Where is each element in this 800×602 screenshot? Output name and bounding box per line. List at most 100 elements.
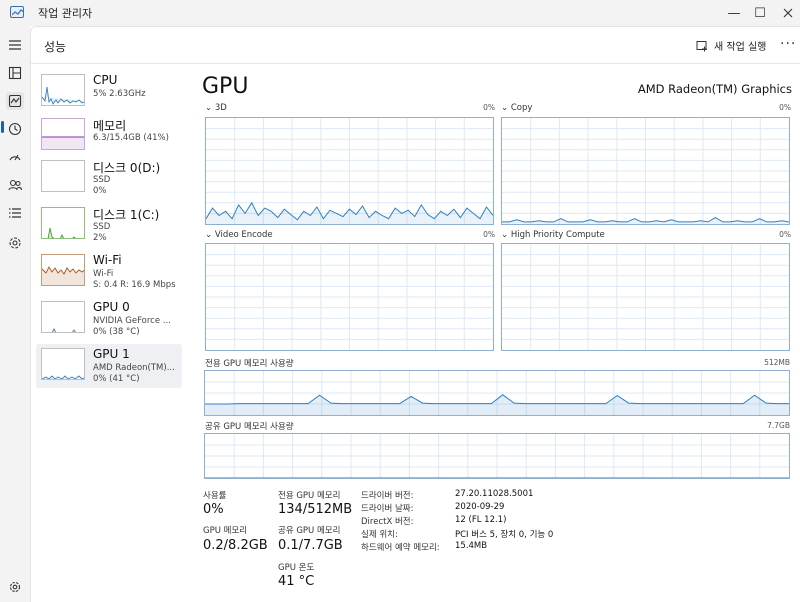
page-title: 성능	[44, 40, 67, 54]
engine-3d-dropdown[interactable]: ⌄ 3D	[205, 103, 227, 113]
device-subtitle: 5% 2.63GHz	[93, 89, 146, 99]
shared-gpu-memory-label: 공유 GPU 메모리	[278, 526, 341, 536]
gpu-model-name: AMD Radeon(TM) Graphics	[637, 82, 792, 96]
device-name: 메모리	[93, 119, 127, 133]
engine-high-priority-compute-value: 0%	[779, 230, 791, 239]
device-subtitle: SSD	[93, 222, 111, 232]
gpu-temperature-label: GPU 온도	[278, 563, 315, 573]
dedicated-gpu-memory-label: 전용 GPU 메모리	[278, 491, 341, 501]
device-item-gpu1[interactable]: GPU 1 AMD Radeon(TM)... 0% (41 °C)	[36, 344, 182, 388]
genc-svg	[206, 244, 493, 350]
device-subtitle: NVIDIA GeForce ...	[93, 316, 171, 326]
dedicated-memory-label: 전용 GPU 메모리 사용량	[205, 359, 294, 369]
gpu0-mini-graph	[41, 301, 85, 333]
driver-date-value: 2020-09-29	[455, 502, 505, 512]
disk1-mini-graph	[41, 207, 85, 239]
device-name: 디스크 1(C:)	[93, 208, 160, 222]
physical-location-label: 실제 위치:	[361, 530, 398, 540]
engine-copy-graph	[501, 117, 790, 225]
new-task-button[interactable]: 새 작업 실행	[696, 38, 766, 53]
navigation-rail	[0, 26, 30, 602]
new-task-icon	[696, 40, 707, 51]
device-detail: 0%	[93, 186, 107, 196]
driver-version-label: 드라이버 버전:	[361, 491, 414, 501]
dedicated-memory-max: 512MB	[764, 358, 790, 367]
services-icon[interactable]	[6, 234, 24, 252]
engine-video-encode-graph	[205, 243, 494, 351]
device-item-wifi[interactable]: Wi-Fi Wi-Fi S: 0.4 R: 16.9 Mbps	[36, 250, 182, 294]
new-task-label: 새 작업 실행	[714, 42, 767, 53]
engine-3d-graph	[205, 117, 494, 225]
device-item-disk0[interactable]: 디스크 0(D:) SSD 0%	[36, 156, 182, 200]
device-name: Wi-Fi	[93, 253, 122, 267]
g3d-svg	[206, 118, 493, 224]
memory-mini-graph	[41, 118, 85, 150]
directx-version-label: DirectX 버전:	[361, 517, 414, 527]
reserved-memory-value: 15.4MB	[455, 541, 488, 551]
device-name: CPU	[93, 73, 118, 87]
engine-copy-value: 0%	[779, 103, 791, 112]
device-subtitle: 6.3/15.4GB (41%)	[93, 133, 169, 143]
device-name: 디스크 0(D:)	[93, 161, 161, 175]
physical-location-value: PCI 버스 5, 장치 0, 기능 0	[455, 530, 554, 540]
menu-icon[interactable]	[6, 36, 24, 54]
shared-memory-max: 7.7GB	[767, 421, 790, 430]
nav-active-indicator	[1, 121, 4, 133]
ghpc-svg	[502, 244, 789, 350]
gpu-memory-value: 0.2/8.2GB	[203, 538, 268, 553]
details-icon[interactable]	[6, 204, 24, 222]
device-subtitle: Wi-Fi	[93, 269, 114, 279]
shared-gpu-memory-value: 0.1/7.7GB	[278, 538, 343, 553]
chevron-down-icon: ⌄	[205, 230, 215, 240]
engine-video-encode-dropdown[interactable]: ⌄ Video Encode	[205, 230, 273, 240]
device-name: GPU 1	[93, 347, 130, 361]
dedicated-memory-graph	[204, 370, 790, 416]
usage-value: 0%	[203, 502, 224, 517]
settings-icon[interactable]	[6, 578, 24, 596]
gded-svg	[205, 371, 789, 415]
title-bar[interactable]: 작업 관리자 — ☐	[0, 0, 800, 26]
device-item-gpu0[interactable]: GPU 0 NVIDIA GeForce ... 0% (38 °C)	[36, 297, 182, 341]
device-subtitle: AMD Radeon(TM)...	[93, 363, 175, 373]
wifi-mini-graph	[41, 254, 85, 286]
processes-icon[interactable]	[6, 64, 24, 82]
device-detail: S: 0.4 R: 16.9 Mbps	[93, 280, 176, 290]
device-item-cpu[interactable]: CPU 5% 2.63GHz	[36, 70, 182, 114]
gpu1-mini-graph	[41, 348, 85, 380]
directx-version-value: 12 (FL 12.1)	[455, 515, 507, 525]
engine-copy-dropdown[interactable]: ⌄ Copy	[501, 103, 532, 113]
close-button[interactable]	[766, 0, 800, 26]
device-subtitle: SSD	[93, 175, 111, 185]
dedicated-gpu-memory-value: 134/512MB	[278, 502, 353, 517]
driver-date-label: 드라이버 날짜:	[361, 504, 414, 514]
users-icon[interactable]	[6, 176, 24, 194]
device-item-disk1[interactable]: 디스크 1(C:) SSD 2%	[36, 203, 182, 247]
gsh-svg	[205, 434, 789, 478]
chevron-down-icon: ⌄	[205, 103, 215, 113]
gpu-temperature-value: 41 °C	[278, 574, 315, 589]
more-options-button[interactable]: ···	[780, 36, 796, 52]
performance-icon[interactable]	[6, 92, 24, 110]
engine-3d-value: 0%	[483, 103, 495, 112]
shared-memory-label: 공유 GPU 메모리 사용량	[205, 422, 294, 432]
driver-version-value: 27.20.11028.5001	[455, 489, 534, 499]
device-detail: 0% (41 °C)	[93, 374, 140, 384]
app-title: 작업 관리자	[38, 7, 93, 20]
device-name: GPU 0	[93, 300, 130, 314]
device-detail: 0% (38 °C)	[93, 327, 140, 337]
engine-high-priority-compute-graph	[501, 243, 790, 351]
close-icon	[783, 8, 793, 18]
task-manager-app-icon	[10, 6, 24, 18]
header-divider	[31, 63, 800, 64]
device-item-memory[interactable]: 메모리 6.3/15.4GB (41%)	[36, 114, 182, 158]
startup-apps-icon[interactable]	[6, 148, 24, 166]
gcopy-svg	[502, 118, 789, 224]
gpu-memory-label: GPU 메모리	[203, 526, 248, 536]
engine-high-priority-compute-dropdown[interactable]: ⌄ High Priority Compute	[501, 230, 605, 240]
reserved-memory-label: 하드웨어 예약 메모리:	[361, 543, 440, 553]
device-detail: 2%	[93, 233, 107, 243]
app-history-icon[interactable]	[6, 120, 24, 138]
engine-video-encode-value: 0%	[483, 230, 495, 239]
chevron-down-icon: ⌄	[501, 103, 511, 113]
disk0-mini-graph	[41, 160, 85, 192]
